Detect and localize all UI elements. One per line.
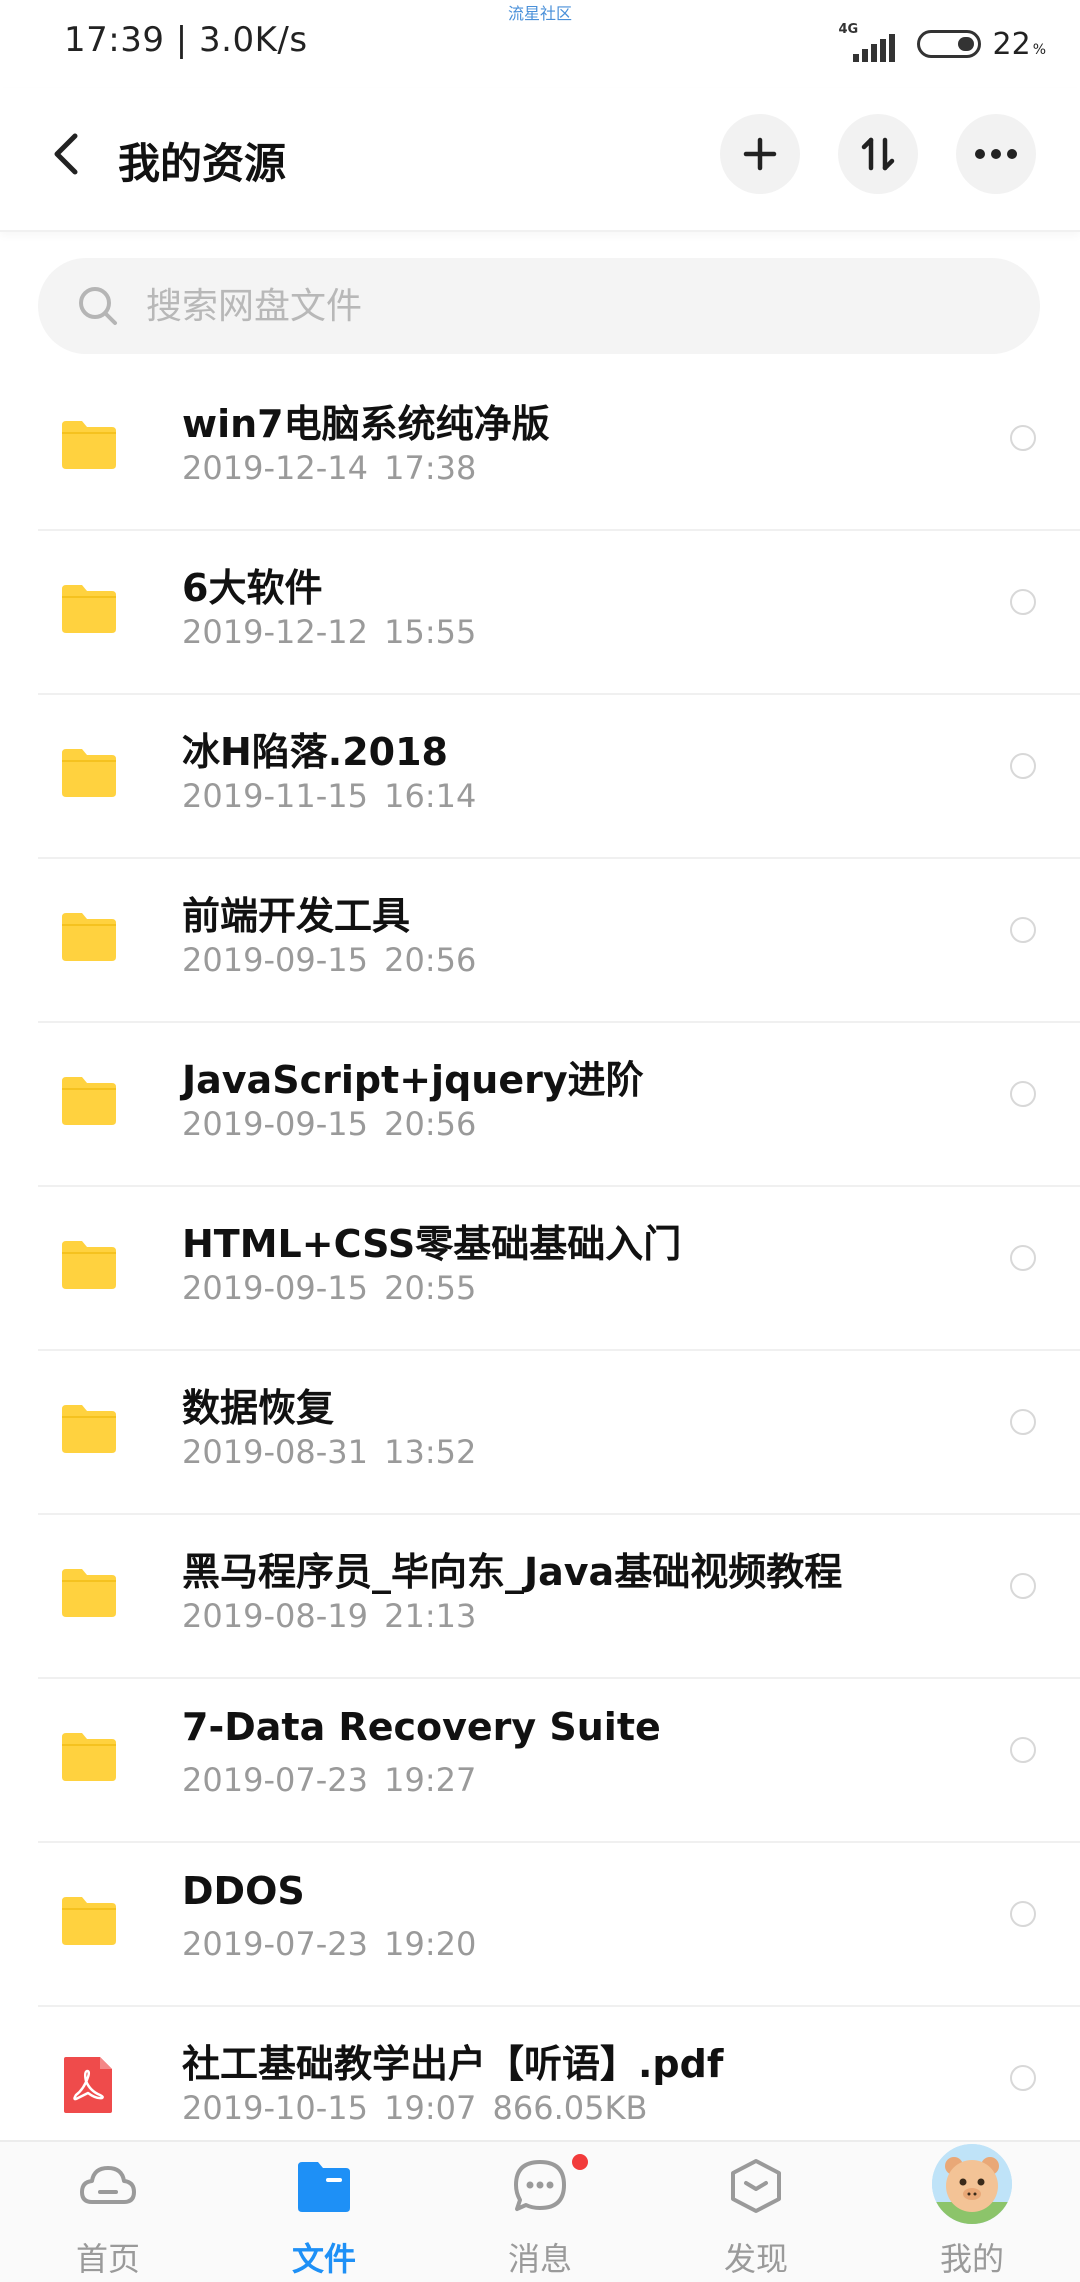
search-bar[interactable] xyxy=(38,258,1040,354)
select-radio[interactable] xyxy=(1010,1245,1036,1271)
discover-icon xyxy=(731,2159,781,2213)
file-name: 7-Data Recovery Suite xyxy=(182,1705,661,1749)
select-radio[interactable] xyxy=(1010,917,1036,943)
file-row[interactable]: 数据恢复 2019-08-31 13:52 xyxy=(0,1351,1080,1515)
search-icon xyxy=(79,287,117,325)
nav-discover[interactable]: 发现 xyxy=(648,2142,864,2282)
nav-label: 首页 xyxy=(75,2240,140,2278)
select-radio[interactable] xyxy=(1010,2065,1036,2091)
file-meta: 2019-08-31 13:52 xyxy=(182,1433,477,1471)
folder-icon xyxy=(62,1897,116,1945)
file-row[interactable]: DDOS 2019-07-23 19:20 xyxy=(0,1843,1080,2007)
message-icon xyxy=(514,2160,566,2211)
select-radio[interactable] xyxy=(1010,753,1036,779)
nav-profile[interactable]: 我的 xyxy=(864,2142,1080,2282)
folder-icon xyxy=(62,1405,116,1453)
select-radio[interactable] xyxy=(1010,1573,1036,1599)
file-meta: 2019-07-23 19:27 xyxy=(182,1761,477,1799)
file-name: 前端开发工具 xyxy=(182,894,411,938)
back-button[interactable] xyxy=(38,126,94,182)
file-name: DDOS xyxy=(182,1869,305,1913)
bottom-nav: 首页 文件 消息 发现 我的 xyxy=(0,2140,1080,2282)
file-meta: 2019-07-23 19:20 xyxy=(182,1925,477,1963)
file-name: 黑马程序员_毕向东_Java基础视频教程 xyxy=(182,1550,843,1594)
folder-icon xyxy=(62,421,116,469)
file-name: 数据恢复 xyxy=(182,1386,335,1430)
nav-home[interactable]: 首页 xyxy=(0,2142,216,2282)
file-row[interactable]: JavaScript+jquery进阶 2019-09-15 20:56 xyxy=(0,1023,1080,1187)
file-meta: 2019-12-12 15:55 xyxy=(182,613,477,651)
folder-icon xyxy=(62,749,116,797)
file-row[interactable]: 黑马程序员_毕向东_Java基础视频教程 2019-08-19 21:13 xyxy=(0,1515,1080,1679)
select-radio[interactable] xyxy=(1010,1737,1036,1763)
chevron-left-icon xyxy=(54,133,78,175)
battery-percent: 22% xyxy=(992,26,1047,62)
file-name: win7电脑系统纯净版 xyxy=(182,402,550,446)
select-radio[interactable] xyxy=(1010,1901,1036,1927)
file-name: 6大软件 xyxy=(182,566,323,610)
nav-label: 发现 xyxy=(723,2240,788,2278)
file-row[interactable]: 冰H陷落.2018 2019-11-15 16:14 xyxy=(0,695,1080,859)
plus-icon xyxy=(743,137,777,171)
pdf-icon xyxy=(64,2057,112,2113)
nav-label: 我的 xyxy=(939,2240,1004,2278)
file-name: HTML+CSS零基础基础入门 xyxy=(182,1222,682,1266)
cloud-icon xyxy=(80,2166,136,2204)
page-title: 我的资源 xyxy=(118,139,287,188)
nav-messages[interactable]: 消息 xyxy=(432,2142,648,2282)
file-row[interactable]: 前端开发工具 2019-09-15 20:56 xyxy=(0,859,1080,1023)
file-meta: 2019-10-15 19:07 866.05KB xyxy=(182,2089,648,2127)
signal-icon: 4G xyxy=(839,22,903,64)
file-row[interactable]: 6大软件 2019-12-12 15:55 xyxy=(0,531,1080,695)
folder-icon xyxy=(62,913,116,961)
folder-icon xyxy=(62,585,116,633)
status-indicators: 4G 22% xyxy=(839,22,1047,64)
more-button[interactable] xyxy=(956,114,1036,194)
folder-icon xyxy=(62,1569,116,1617)
file-row[interactable]: win7电脑系统纯净版 2019-12-14 17:38 xyxy=(0,367,1080,531)
select-radio[interactable] xyxy=(1010,425,1036,451)
nav-label: 消息 xyxy=(507,2240,572,2278)
file-meta: 2019-12-14 17:38 xyxy=(182,449,477,487)
app-header: 我的资源 xyxy=(0,88,1080,232)
file-row[interactable]: HTML+CSS零基础基础入门 2019-09-15 20:55 xyxy=(0,1187,1080,1351)
file-name: 冰H陷落.2018 xyxy=(182,730,449,774)
notification-badge xyxy=(572,2154,588,2170)
select-radio[interactable] xyxy=(1010,1081,1036,1107)
file-meta: 2019-09-15 20:56 xyxy=(182,1105,477,1143)
select-radio[interactable] xyxy=(1010,589,1036,615)
file-name: JavaScript+jquery进阶 xyxy=(182,1058,644,1102)
more-dots-icon xyxy=(975,149,1017,159)
folder-icon xyxy=(62,1733,116,1781)
sort-button[interactable] xyxy=(838,114,918,194)
file-meta: 2019-09-15 20:55 xyxy=(182,1269,477,1307)
folder-icon xyxy=(62,1241,116,1289)
add-button[interactable] xyxy=(720,114,800,194)
folder-tab-icon xyxy=(298,2162,350,2212)
avatar xyxy=(932,2144,1012,2224)
file-meta: 2019-08-19 21:13 xyxy=(182,1597,477,1635)
nav-files[interactable]: 文件 xyxy=(216,2142,432,2282)
status-bar: 流星社区 17:39 | 3.0K/s 4G 22% xyxy=(0,0,1080,88)
file-list: win7电脑系统纯净版 2019-12-14 17:38 6大软件 2019-1… xyxy=(0,367,1080,2171)
file-name: 社工基础教学出户【听语】.pdf xyxy=(182,2042,724,2086)
select-radio[interactable] xyxy=(1010,1409,1036,1435)
file-meta: 2019-09-15 20:56 xyxy=(182,941,477,979)
file-meta: 2019-11-15 16:14 xyxy=(182,777,477,815)
sort-arrows-icon xyxy=(861,137,895,171)
file-row[interactable]: 7-Data Recovery Suite 2019-07-23 19:27 xyxy=(0,1679,1080,1843)
nav-label: 文件 xyxy=(291,2240,356,2278)
search-input[interactable] xyxy=(146,258,1006,354)
battery-icon xyxy=(916,30,981,58)
status-time: 17:39 | 3.0K/s xyxy=(64,20,308,60)
folder-icon xyxy=(62,1077,116,1125)
